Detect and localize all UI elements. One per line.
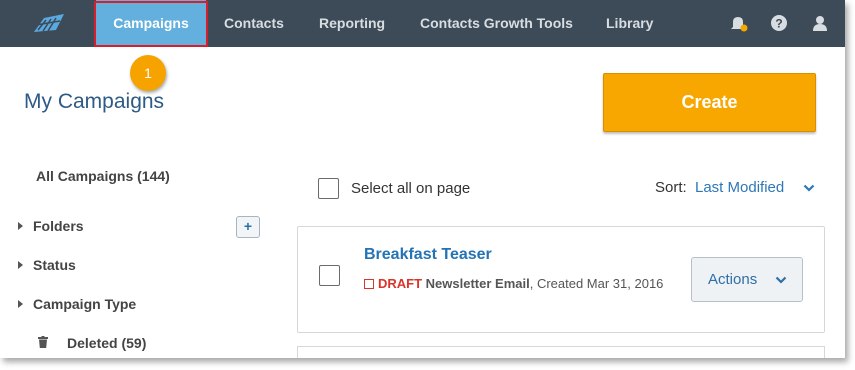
app-window: Campaigns Contacts Reporting Contacts Gr… <box>0 0 845 358</box>
help-icon[interactable]: ? <box>769 13 789 33</box>
user-icon[interactable] <box>810 13 830 33</box>
page-title: My Campaigns <box>24 90 165 113</box>
sidebar-all-campaigns[interactable]: All Campaigns (144) <box>36 168 170 184</box>
nav-contacts[interactable]: Contacts <box>224 0 284 47</box>
caret-right-icon <box>18 222 23 230</box>
campaign-card: Breakfast Teaser DRAFT Newsletter Email,… <box>297 226 825 333</box>
actions-label: Actions <box>708 271 758 288</box>
campaigns-highlight-box <box>94 1 208 47</box>
campaign-created-date: , Created Mar 31, 2016 <box>529 276 664 291</box>
sidebar-item-folders[interactable]: Folders <box>18 218 84 234</box>
caret-right-icon <box>18 261 23 269</box>
svg-text:?: ? <box>775 17 782 31</box>
create-button[interactable]: Create <box>603 73 816 132</box>
campaign-title-link[interactable]: Breakfast Teaser <box>364 246 492 264</box>
nav-contacts-growth-tools[interactable]: Contacts Growth Tools <box>420 0 573 47</box>
sidebar-item-label: Campaign Type <box>33 296 137 312</box>
nav-library[interactable]: Library <box>606 0 653 47</box>
logo-icon[interactable] <box>30 12 68 36</box>
edit-draft-icon <box>364 279 374 289</box>
sort-label: Sort: <box>655 179 687 196</box>
actions-button[interactable]: Actions <box>691 257 803 302</box>
select-all-label: Select all on page <box>351 180 471 197</box>
sidebar-item-campaign-type[interactable]: Campaign Type <box>18 296 136 312</box>
caret-right-icon <box>18 300 23 308</box>
sidebar-item-label: Folders <box>33 218 84 234</box>
chevron-down-icon <box>775 276 787 284</box>
campaign-type: Newsletter Email <box>425 276 530 291</box>
top-nav: Campaigns Contacts Reporting Contacts Gr… <box>0 0 845 47</box>
campaign-checkbox[interactable] <box>319 265 340 286</box>
campaign-meta: DRAFT Newsletter Email, Created Mar 31, … <box>364 272 669 296</box>
status-badge: DRAFT <box>378 276 423 291</box>
select-all-checkbox[interactable] <box>318 178 339 199</box>
chevron-down-icon[interactable] <box>803 183 815 193</box>
sidebar-item-status[interactable]: Status <box>18 257 76 273</box>
nav-reporting[interactable]: Reporting <box>319 0 385 47</box>
step-number-badge: 1 <box>130 55 166 91</box>
sidebar-item-deleted[interactable]: Deleted (59) <box>67 335 146 351</box>
add-folder-button[interactable]: + <box>236 216 260 238</box>
sidebar-item-label: Status <box>33 257 76 273</box>
trash-icon <box>38 336 48 348</box>
sort-dropdown[interactable]: Last Modified <box>695 179 784 196</box>
notifications-icon[interactable] <box>728 13 748 33</box>
campaign-card-next <box>297 346 825 358</box>
